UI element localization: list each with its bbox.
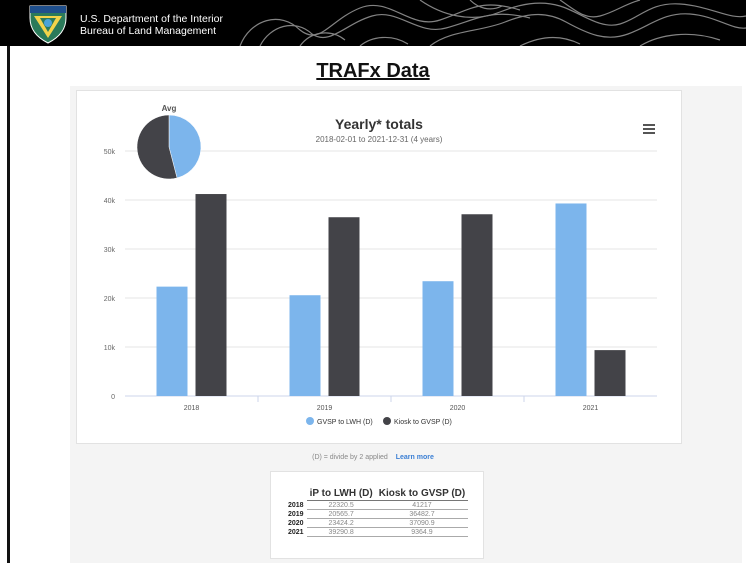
left-border xyxy=(7,46,10,563)
chart-subtitle: 2018-02-01 to 2021-12-31 (4 years) xyxy=(316,135,443,144)
y-tick-label: 40k xyxy=(104,198,116,205)
footnote-text: (D) = divide by 2 applied xyxy=(312,454,388,461)
year-cell: 2018 xyxy=(288,501,304,509)
y-tick-label: 0 xyxy=(111,394,115,401)
chart-menu-icon[interactable] xyxy=(643,124,655,136)
bar-gvsp xyxy=(555,203,587,396)
year-cell: 2020 xyxy=(288,519,304,527)
table-header-row: iP to LWH (D) Kiosk to GVSP (D) xyxy=(285,488,469,501)
yearly-totals-chart: 0 10k 20k 30k 40k 50k 2018 2019 2020 2021 Yearly* … xyxy=(104,104,657,426)
x-tick-label: 2021 xyxy=(583,405,599,412)
bar-kiosk xyxy=(461,214,493,396)
table-row: 2020 23424.2 37090.9 xyxy=(285,518,469,528)
legend-marker-kiosk xyxy=(383,417,391,425)
table-row: 2018 22320.5 41217 xyxy=(285,500,469,510)
table-row: 2021 39290.8 9364.9 xyxy=(285,527,469,537)
kiosk-cell: 9364.9 xyxy=(375,527,469,537)
y-tick-label: 20k xyxy=(104,296,116,303)
footnote: (D) = divide by 2 applied Learn more xyxy=(0,454,746,461)
y-tick-label: 30k xyxy=(104,247,116,254)
gvsp-cell: 20565.7 xyxy=(306,509,376,519)
bar-gvsp xyxy=(156,286,188,396)
kiosk-cell: 37090.9 xyxy=(375,518,469,528)
x-tick-label: 2019 xyxy=(317,405,333,412)
x-tick-label: 2020 xyxy=(450,405,466,412)
legend-label-kiosk: Kiosk to GVSP (D) xyxy=(394,419,452,426)
year-cell: 2019 xyxy=(288,510,304,518)
table-row: 2019 20565.7 36482.7 xyxy=(285,509,469,519)
year-cell: 2021 xyxy=(288,528,304,536)
kiosk-cell: 41217 xyxy=(375,500,469,510)
bar-kiosk xyxy=(594,350,626,396)
bar-gvsp xyxy=(422,281,454,396)
bar-kiosk xyxy=(328,217,360,396)
gvsp-cell: 23424.2 xyxy=(306,518,376,528)
learn-more-link[interactable]: Learn more xyxy=(396,454,434,461)
totals-table: iP to LWH (D) Kiosk to GVSP (D) 2018 223… xyxy=(285,488,469,537)
agency-line2: Bureau of Land Management xyxy=(80,25,217,37)
legend-marker-gvsp xyxy=(306,417,314,425)
agency-name: U.S. Department of the Interior Bureau o… xyxy=(80,13,223,37)
gvsp-cell: 39290.8 xyxy=(306,527,376,537)
bar-kiosk xyxy=(195,194,227,396)
page-title: TRAFx Data xyxy=(316,60,430,82)
chart-title: Yearly* totals xyxy=(335,116,423,132)
blm-logo xyxy=(29,5,67,44)
column-header-kiosk: Kiosk to GVSP (D) xyxy=(375,488,469,501)
bar-gvsp xyxy=(289,295,321,396)
totals-table-card: iP to LWH (D) Kiosk to GVSP (D) 2018 223… xyxy=(270,471,484,559)
column-header-gvsp: iP to LWH (D) xyxy=(306,488,376,501)
y-tick-label: 10k xyxy=(104,345,116,352)
x-tick-label: 2018 xyxy=(184,405,200,412)
year-header xyxy=(285,488,307,501)
gvsp-cell: 22320.5 xyxy=(306,500,376,510)
chart-card: 0 10k 20k 30k 40k 50k 2018 2019 2020 2021 Yearly* … xyxy=(76,90,682,444)
kiosk-cell: 36482.7 xyxy=(375,509,469,519)
legend-label-gvsp: GVSP to LWH (D) xyxy=(317,419,373,426)
header-banner: U.S. Department of the Interior Bureau o… xyxy=(0,0,746,46)
y-tick-label: 50k xyxy=(104,149,116,156)
agency-line1: U.S. Department of the Interior xyxy=(80,13,223,25)
pie-title: Avg xyxy=(162,104,177,113)
